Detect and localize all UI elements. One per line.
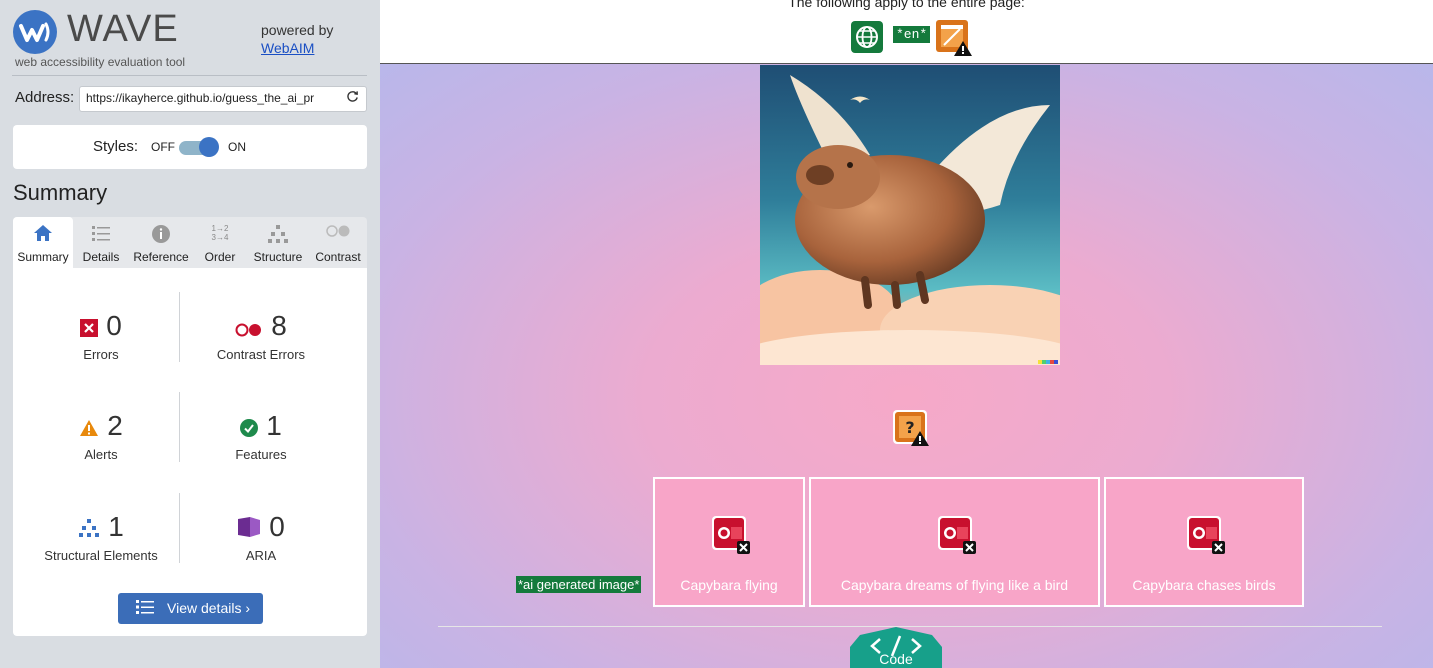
tab-reference[interactable]: Reference — [129, 217, 193, 268]
option-label: Capybara chases birds — [1132, 577, 1276, 593]
errors-stat[interactable]: 0 Errors — [26, 310, 176, 362]
list-icon — [136, 599, 154, 620]
contrast-errors-stat[interactable]: 8 Contrast Errors — [186, 310, 336, 362]
option-capybara-chases[interactable]: Capybara chases birds — [1104, 477, 1304, 607]
tab-label: Structure — [253, 250, 303, 264]
tab-label: Summary — [17, 250, 69, 264]
contrast-icon — [310, 224, 366, 244]
tab-label: Order — [204, 250, 236, 264]
order-icon: 1→2 3→4 — [211, 224, 229, 242]
tab-label: Reference — [133, 250, 189, 264]
home-icon — [13, 224, 73, 244]
contrast-error-icon — [1186, 515, 1226, 559]
structural-label: Structural Elements — [44, 547, 158, 563]
styles-toggle-card: Styles: OFF ON — [13, 125, 367, 169]
features-stat[interactable]: 1 Features — [186, 410, 336, 462]
stat-divider — [179, 292, 180, 362]
structural-stat[interactable]: 1 Structural Elements — [26, 511, 176, 563]
header-divider — [12, 75, 367, 76]
tab-label: Details — [82, 250, 120, 264]
feature-check-icon — [240, 412, 259, 444]
tab-structure[interactable]: Structure — [247, 217, 309, 268]
panel-tabs: Summary Details Reference 1→2 3→4 Order S… — [13, 217, 367, 268]
address-field[interactable]: https://ikayherce.github.io/guess_the_ai… — [79, 86, 367, 112]
errors-label: Errors — [83, 346, 119, 362]
refresh-icon[interactable] — [346, 90, 359, 107]
styles-on-label: ON — [228, 140, 246, 154]
aria-icon — [237, 513, 261, 545]
summary-panel: 0 Errors 8 Contrast Errors 2 Alerts 1 Fe… — [13, 268, 367, 636]
address-label: Address: — [15, 89, 75, 106]
language-badge[interactable]: *en* — [893, 26, 931, 43]
page-level-icons-bar: The following apply to the entire page: … — [380, 0, 1433, 64]
svg-text:?: ? — [905, 418, 914, 437]
contrast-errors-label: Contrast Errors — [216, 346, 306, 362]
aria-count: 0 — [269, 511, 285, 542]
contrast-error-icon — [235, 312, 263, 344]
code-view-button[interactable]: Code — [850, 627, 942, 668]
alert-icon — [79, 412, 99, 444]
info-icon — [129, 224, 193, 244]
page-level-heading: The following apply to the entire page: — [788, 0, 1025, 10]
aria-stat[interactable]: 0 ARIA — [186, 511, 336, 563]
option-label: Capybara dreams of flying like a bird — [840, 577, 1069, 593]
styles-off-label: OFF — [151, 140, 175, 154]
features-label: Features — [235, 446, 287, 462]
alert-question-icon[interactable]: ? — [892, 409, 930, 451]
ai-capybara-image — [730, 65, 1100, 390]
wave-logo-icon — [13, 10, 57, 54]
stat-divider — [179, 493, 180, 563]
structure-icon — [78, 513, 100, 545]
aria-label: ARIA — [245, 547, 277, 563]
tab-details[interactable]: Details — [75, 217, 127, 268]
styles-toggle-knob[interactable] — [199, 137, 219, 157]
tab-label: Contrast — [315, 250, 361, 264]
language-globe-icon[interactable] — [851, 21, 883, 57]
tab-summary[interactable]: Summary — [13, 217, 73, 268]
styles-label: Styles: — [93, 138, 139, 155]
stat-divider — [179, 392, 180, 462]
alerts-stat[interactable]: 2 Alerts — [26, 410, 176, 462]
wave-logo-text: WAVE — [67, 8, 179, 50]
option-capybara-dreams[interactable]: Capybara dreams of flying like a bird — [809, 477, 1100, 607]
code-button-label: Code — [879, 651, 913, 667]
error-icon — [80, 312, 99, 344]
view-details-label: View details › — [167, 600, 251, 616]
webaim-link[interactable]: WebAIM — [261, 40, 314, 56]
contrast-error-icon — [711, 515, 751, 559]
alerts-label: Alerts — [84, 446, 118, 462]
option-label: Capybara flying — [680, 577, 778, 593]
wave-tagline: web accessibility evaluation tool — [15, 55, 186, 69]
errors-count: 0 — [106, 310, 122, 341]
list-icon — [75, 224, 127, 244]
tab-contrast[interactable]: Contrast — [310, 217, 366, 268]
features-count: 1 — [266, 410, 282, 441]
structural-count: 1 — [108, 511, 124, 542]
page-title-alert-icon[interactable] — [935, 19, 973, 61]
address-value[interactable]: https://ikayherce.github.io/guess_the_ai… — [86, 91, 336, 105]
structure-icon — [247, 224, 309, 244]
contrast-error-icon — [937, 515, 977, 559]
evaluated-page: ? *ai generated image* Capybara flying C… — [380, 64, 1433, 668]
tab-order[interactable]: 1→2 3→4 Order — [195, 217, 245, 268]
powered-by-text: powered by — [261, 22, 334, 38]
ai-generated-label: *ai generated image* — [516, 576, 642, 593]
wave-sidebar: WAVE web accessibility evaluation tool p… — [0, 0, 380, 668]
alerts-count: 2 — [107, 410, 123, 441]
summary-heading: Summary — [13, 180, 108, 205]
view-details-button[interactable]: View details › — [118, 593, 263, 624]
contrast-errors-count: 8 — [271, 310, 287, 341]
option-capybara-flying[interactable]: Capybara flying — [653, 477, 805, 607]
